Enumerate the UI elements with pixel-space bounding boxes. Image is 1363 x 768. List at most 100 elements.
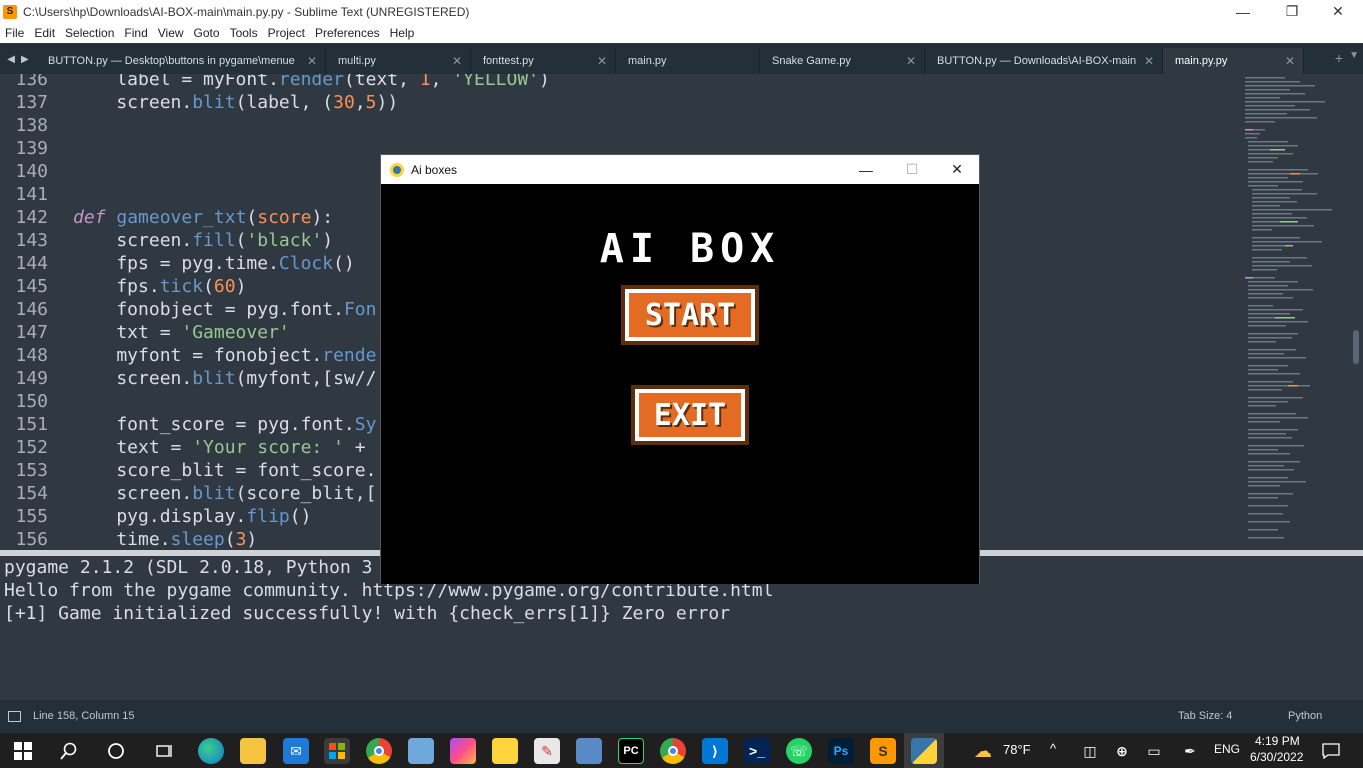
chrome-icon[interactable]: [366, 738, 392, 764]
powershell-icon[interactable]: >_: [744, 738, 770, 764]
notifications-icon[interactable]: [1318, 738, 1344, 764]
code-text: screen.blit(score_blit,[: [73, 483, 377, 504]
paint3d-icon[interactable]: [450, 738, 476, 764]
maximize-button[interactable]: ❐: [1269, 0, 1315, 23]
tab-snake-game[interactable]: Snake Game.py ✕: [760, 48, 925, 74]
menu-edit[interactable]: Edit: [29, 26, 60, 40]
tab-fonttest[interactable]: fonttest.py ✕: [471, 48, 616, 74]
remote-desktop-icon[interactable]: [576, 738, 602, 764]
tab-list-dropdown-icon[interactable]: ▼: [1349, 50, 1359, 61]
python-icon[interactable]: [911, 738, 937, 764]
menu-find[interactable]: Find: [119, 26, 152, 40]
photoshop-icon[interactable]: Ps: [828, 738, 854, 764]
pygame-maximize-button[interactable]: ☐: [889, 155, 935, 184]
chrome-alt-icon[interactable]: [660, 738, 686, 764]
line-number: 143: [15, 230, 48, 251]
weather-icon[interactable]: ☁: [970, 738, 996, 764]
pygame-window[interactable]: Ai boxes — ☐ ✕ AI BOX START EXIT: [380, 154, 980, 584]
tab-close-icon[interactable]: ✕: [906, 54, 916, 68]
whatsapp-icon[interactable]: ☏: [786, 738, 812, 764]
code-line: 143 screen.fill('black'): [0, 229, 333, 252]
menu-selection[interactable]: Selection: [60, 26, 119, 40]
sublime-app-icon: S: [3, 4, 17, 19]
windows-start-icon[interactable]: [10, 738, 36, 764]
weather-temperature[interactable]: 78°F: [1003, 742, 1031, 757]
battery-icon[interactable]: ▭: [1141, 738, 1167, 764]
vertical-scrollbar[interactable]: [1350, 74, 1363, 550]
game-canvas[interactable]: AI BOX START EXIT: [381, 184, 979, 584]
notepad-icon[interactable]: [408, 738, 434, 764]
console-line: [+1] Game initialized successfully! with…: [4, 603, 731, 624]
menu-preferences[interactable]: Preferences: [310, 26, 385, 40]
line-number: 140: [15, 161, 48, 182]
pygame-minimize-button[interactable]: —: [843, 155, 889, 184]
code-text: time.sleep(3): [73, 529, 258, 550]
edge-icon[interactable]: [198, 738, 224, 764]
panel-toggle-icon[interactable]: [8, 711, 21, 722]
clock-time[interactable]: 4:19 PM: [1255, 734, 1300, 748]
new-tab-icon[interactable]: +: [1335, 50, 1343, 66]
tab-right-arrow-icon[interactable]: ▶: [21, 54, 29, 65]
menu-help[interactable]: Help: [385, 26, 420, 40]
language-indicator[interactable]: ENG: [1214, 742, 1240, 756]
menu-view[interactable]: View: [153, 26, 189, 40]
mail-icon[interactable]: ✉: [283, 738, 309, 764]
window-title: C:\Users\hp\Downloads\AI-BOX-main\main.p…: [23, 4, 470, 19]
clock-date[interactable]: 6/30/2022: [1250, 750, 1303, 764]
code-text: screen.blit(myfont,[sw//: [73, 368, 377, 389]
tab-size-indicator[interactable]: Tab Size: 4: [1178, 710, 1232, 722]
pygame-close-button[interactable]: ✕: [934, 155, 980, 184]
python-idle-icon[interactable]: [492, 738, 518, 764]
pen-icon[interactable]: ✒: [1177, 738, 1203, 764]
tab-button-downloads[interactable]: BUTTON.py — Downloads\AI-BOX-main ✕: [925, 48, 1163, 74]
cortana-icon[interactable]: [103, 738, 129, 764]
code-line: 151 font_score = pyg.font.Sy: [0, 413, 376, 436]
tab-close-icon[interactable]: ✕: [307, 54, 317, 68]
pycharm-icon[interactable]: PC: [618, 738, 644, 764]
tab-close-icon[interactable]: ✕: [597, 54, 607, 68]
tab-close-icon[interactable]: ✕: [1285, 54, 1295, 68]
pygame-title-bar[interactable]: Ai boxes — ☐ ✕: [381, 155, 979, 184]
store-icon[interactable]: [324, 738, 350, 764]
network-icon[interactable]: ⊕: [1109, 738, 1135, 764]
tab-multi[interactable]: multi.py ✕: [326, 48, 471, 74]
search-icon[interactable]: [56, 738, 82, 764]
tab-main[interactable]: main.py: [616, 48, 760, 74]
code-text: font_score = pyg.font.Sy: [73, 414, 377, 435]
sublime-icon[interactable]: S: [870, 738, 896, 764]
minimap[interactable]: [1240, 74, 1350, 550]
meet-now-icon[interactable]: ◫: [1077, 738, 1103, 764]
syntax-indicator[interactable]: Python: [1288, 710, 1322, 722]
close-button[interactable]: ✕: [1315, 0, 1361, 23]
tab-navigation: ◀ ▶: [0, 44, 36, 74]
code-line: 146 fonobject = pyg.font.Fon: [0, 298, 376, 321]
pygame-snake-icon: [389, 162, 405, 178]
tab-close-icon[interactable]: ✕: [1144, 54, 1154, 68]
paint-icon[interactable]: ✎: [534, 738, 560, 764]
tab-main-py-py[interactable]: main.py.py ✕: [1163, 48, 1304, 74]
menu-project[interactable]: Project: [263, 26, 310, 40]
menu-goto[interactable]: Goto: [189, 26, 225, 40]
tab-label: main.py.py: [1175, 55, 1228, 67]
scrollbar-thumb[interactable]: [1353, 330, 1359, 364]
tab-button-desktop[interactable]: BUTTON.py — Desktop\buttons in pygame\me…: [36, 48, 326, 74]
code-text: text = 'Your score: ' +: [73, 437, 366, 458]
menu-file[interactable]: File: [0, 26, 29, 40]
exit-button[interactable]: EXIT: [631, 385, 749, 445]
tab-label: main.py: [628, 55, 667, 67]
line-number: 150: [15, 391, 48, 412]
chevron-up-icon[interactable]: ^: [1050, 741, 1056, 756]
minimap-preview: [1245, 77, 1332, 539]
code-line: 141: [0, 183, 48, 206]
code-text: score_blit = font_score.: [73, 460, 377, 481]
menu-tools[interactable]: Tools: [225, 26, 263, 40]
start-button[interactable]: START: [621, 285, 759, 345]
minimize-button[interactable]: —: [1220, 0, 1266, 23]
code-line: 153 score_blit = font_score.: [0, 459, 376, 482]
tab-close-icon[interactable]: ✕: [452, 54, 462, 68]
task-view-icon[interactable]: [151, 738, 177, 764]
line-number: 151: [15, 414, 48, 435]
file-explorer-icon[interactable]: [240, 738, 266, 764]
tab-left-arrow-icon[interactable]: ◀: [7, 54, 15, 65]
vscode-icon[interactable]: ⟩: [702, 738, 728, 764]
